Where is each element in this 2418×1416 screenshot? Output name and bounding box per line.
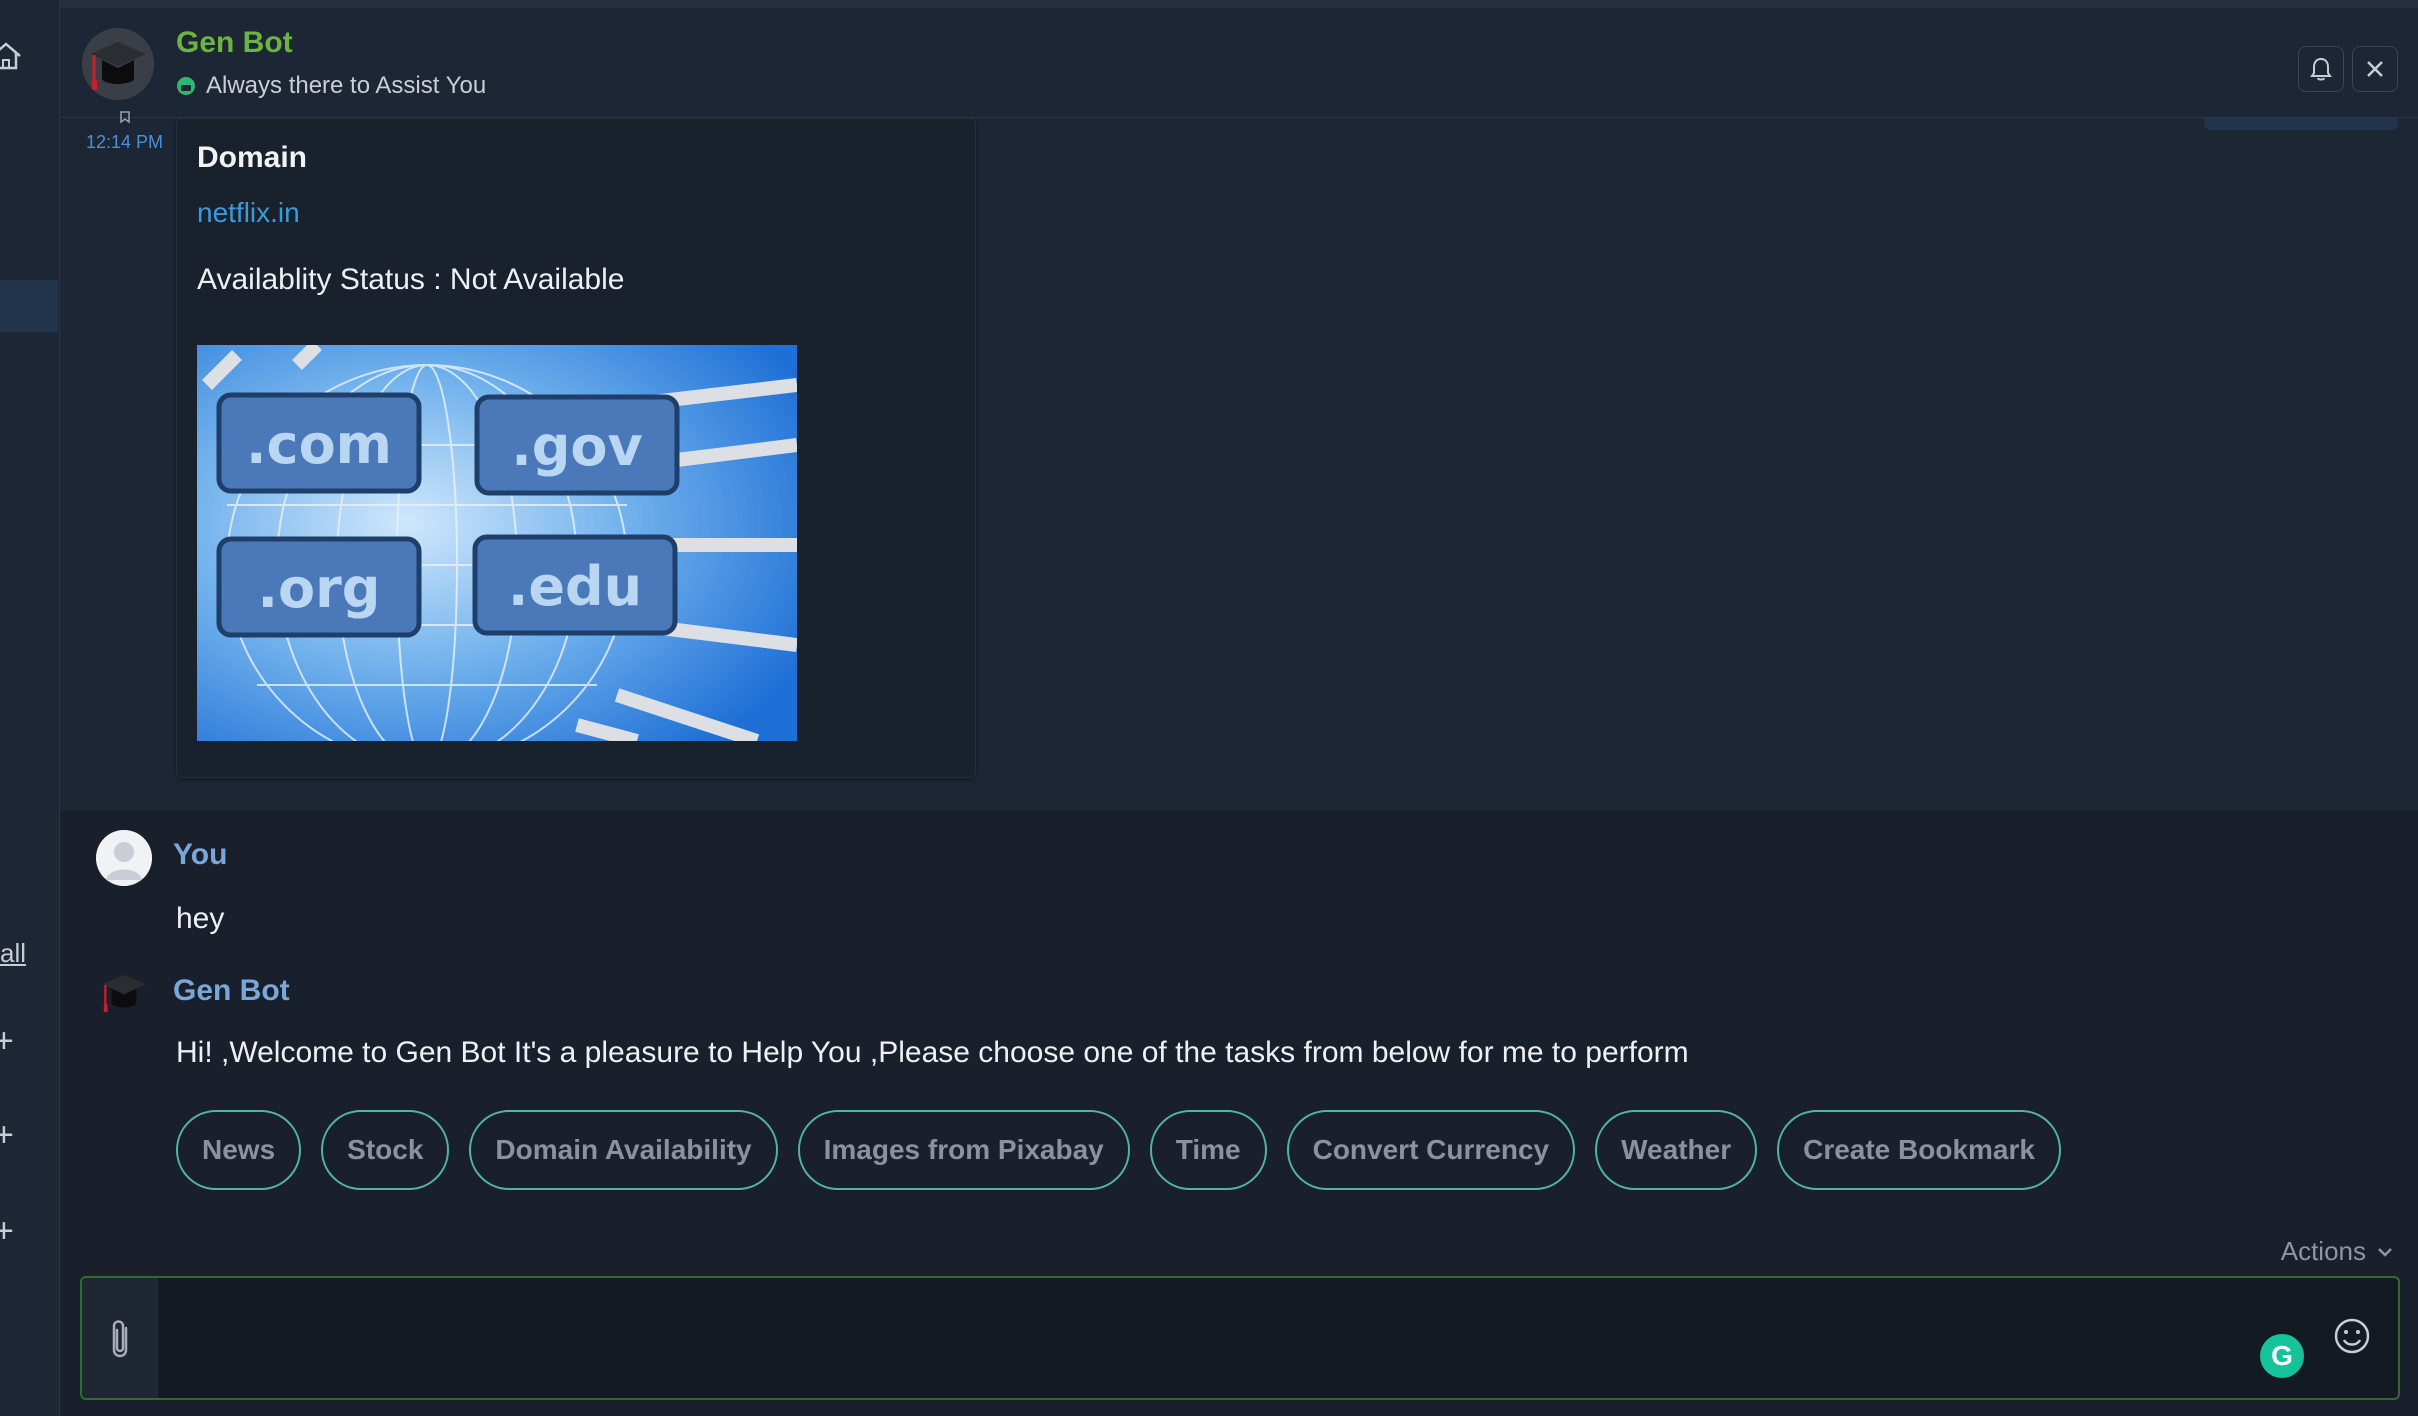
- user-avatar: [96, 830, 152, 886]
- sidebar-add-button-1[interactable]: +: [0, 1024, 14, 1058]
- chat-header: Gen Bot Always there to Assist You: [60, 0, 2418, 118]
- emoji-icon[interactable]: [2332, 1316, 2372, 1356]
- message-row-card: 12:14 PM Domain netflix.in Availablity S…: [60, 111, 2418, 810]
- header-subtitle: Always there to Assist You: [176, 72, 486, 100]
- bot-avatar-small: [96, 964, 152, 1020]
- domain-link[interactable]: netflix.in: [197, 197, 300, 229]
- grammarly-icon[interactable]: G: [2260, 1334, 2304, 1378]
- quick-replies: News Stock Domain Availability Images fr…: [176, 1110, 2061, 1190]
- header-title: Gen Bot: [176, 26, 293, 59]
- chevron-down-icon: [2378, 1247, 2392, 1257]
- availability-status: Availablity Status : Not Available: [197, 263, 625, 296]
- attach-button[interactable]: [82, 1278, 158, 1398]
- graduation-cap-icon: [82, 28, 154, 100]
- actions-label: Actions: [2280, 1236, 2366, 1266]
- quick-reply-news[interactable]: News: [176, 1110, 302, 1190]
- close-button[interactable]: [2352, 46, 2398, 92]
- chat-messages: 12:14 PM Domain netflix.in Availablity S…: [60, 111, 2418, 1268]
- quick-reply-domain-availability[interactable]: Domain Availability: [469, 1110, 778, 1190]
- image-tag-com: .com: [246, 413, 392, 476]
- image-tag-edu: .edu: [508, 555, 642, 618]
- bot-name: Gen Bot: [173, 974, 290, 1007]
- home-icon[interactable]: [0, 36, 26, 76]
- sidebar-active-item[interactable]: [0, 280, 58, 332]
- domain-image: .com .gov .org .edu: [197, 345, 797, 741]
- image-tag-org: .org: [258, 557, 381, 620]
- paperclip-icon: [112, 1320, 128, 1358]
- quick-reply-images-pixabay[interactable]: Images from Pixabay: [797, 1110, 1130, 1190]
- message-input[interactable]: [162, 1278, 2292, 1398]
- notifications-button[interactable]: [2298, 46, 2344, 92]
- user-silhouette-icon: [96, 830, 152, 886]
- left-rail: all + + +: [0, 0, 60, 1416]
- sidebar-add-button-3[interactable]: +: [0, 1214, 14, 1248]
- sidebar-add-button-2[interactable]: +: [0, 1118, 14, 1152]
- quick-reply-convert-currency[interactable]: Convert Currency: [1286, 1110, 1576, 1190]
- image-tag-gov: .gov: [511, 415, 642, 478]
- online-status-icon: [177, 77, 195, 95]
- domain-result-card: Domain netflix.in Availablity Status : N…: [176, 118, 976, 778]
- graduation-cap-icon: [102, 974, 146, 1013]
- header-subtitle-text: Always there to Assist You: [206, 72, 487, 99]
- message-timestamp: 12:14 PM: [86, 132, 164, 152]
- sidebar-all-link[interactable]: all: [0, 938, 26, 969]
- quick-reply-time[interactable]: Time: [1149, 1110, 1267, 1190]
- close-icon: [2367, 61, 2383, 77]
- message-composer: G: [80, 1276, 2400, 1400]
- pin-icon: [120, 111, 130, 124]
- domain-globe-image: .com .gov .org .edu: [197, 345, 797, 741]
- user-name: You: [173, 838, 228, 871]
- bell-icon: [2310, 57, 2332, 81]
- bot-message-text: Hi! ,Welcome to Gen Bot It's a pleasure …: [176, 1036, 1689, 1069]
- bot-avatar: [82, 28, 154, 100]
- message-toolbar[interactable]: [2204, 118, 2398, 130]
- user-message-text: hey: [176, 902, 225, 935]
- quick-reply-stock[interactable]: Stock: [321, 1110, 450, 1190]
- quick-reply-weather[interactable]: Weather: [1595, 1110, 1758, 1190]
- card-domain-label: Domain: [197, 141, 308, 174]
- actions-dropdown[interactable]: Actions: [2281, 1236, 2394, 1267]
- quick-reply-create-bookmark[interactable]: Create Bookmark: [1777, 1110, 2061, 1190]
